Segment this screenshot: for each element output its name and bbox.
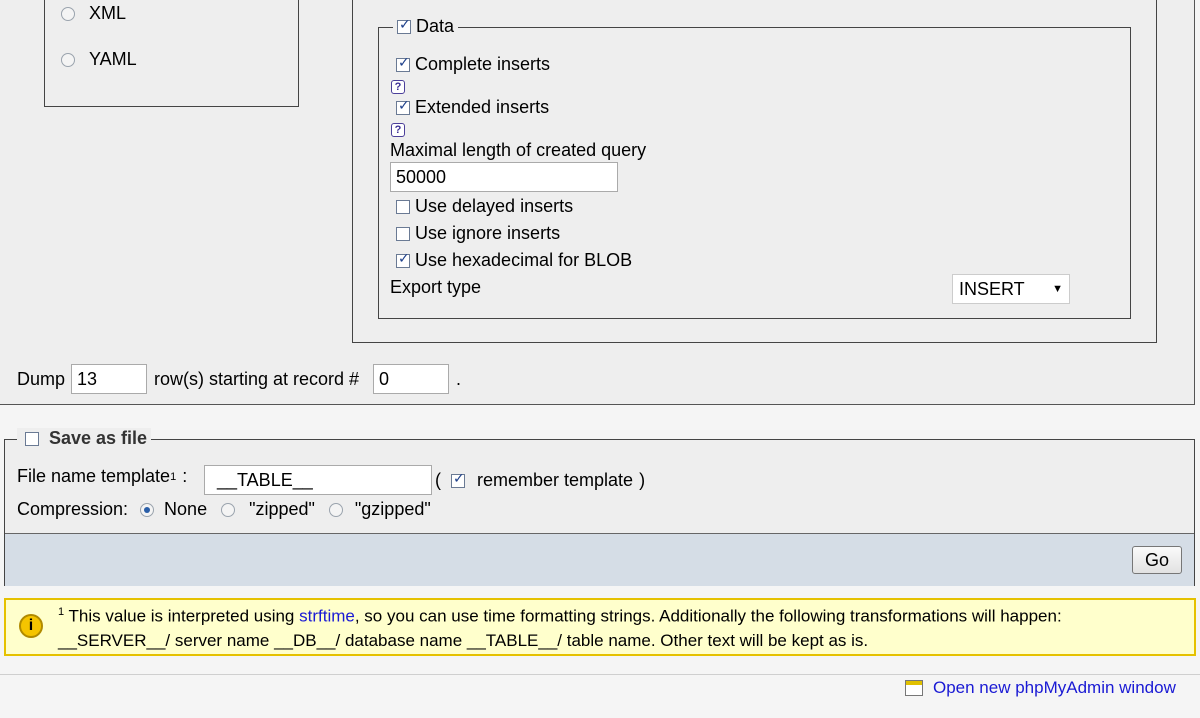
notice-line-1: 1 This value is interpreted using strfti… — [58, 606, 1062, 627]
dump-rows-input[interactable]: 13 — [71, 364, 147, 394]
hex-blob-checkbox[interactable] — [396, 251, 410, 268]
footer-divider — [0, 674, 1200, 675]
extended-inserts-help-icon[interactable]: ? — [391, 123, 405, 137]
strftime-link[interactable]: strftime — [299, 607, 355, 626]
data-legend-label: Data — [416, 16, 455, 36]
data-legend: Data — [393, 16, 459, 37]
hex-blob-label: Use hexadecimal for BLOB — [415, 250, 633, 270]
file-template-row: File name template 1 : — [17, 466, 187, 487]
compression-label-none: None — [164, 499, 208, 519]
info-icon: i — [19, 614, 43, 638]
hex-blob-option[interactable]: Use hexadecimal for BLOB — [396, 250, 632, 271]
format-option-yaml[interactable]: YAML — [61, 49, 137, 70]
data-fieldset: Data Complete inserts ? Extended inserts… — [378, 16, 1131, 319]
max-query-input[interactable]: 50000 — [390, 162, 618, 192]
new-window-icon — [905, 680, 923, 696]
remember-template-checkbox[interactable] — [451, 471, 465, 488]
delayed-inserts-option[interactable]: Use delayed inserts — [396, 196, 573, 217]
remember-open-paren: ( — [435, 470, 441, 490]
complete-inserts-checkbox[interactable] — [396, 55, 410, 72]
dump-label: Dump — [17, 369, 66, 389]
extended-inserts-checkbox[interactable] — [396, 98, 410, 115]
ignore-inserts-option[interactable]: Use ignore inserts — [396, 223, 560, 244]
export-type-value: INSERT — [959, 278, 1025, 299]
compression-label-zipped: "zipped" — [249, 499, 315, 519]
export-type-label: Export type — [390, 277, 482, 297]
dump-start-input[interactable]: 0 — [373, 364, 449, 394]
format-options-frame: Data Complete inserts ? Extended inserts… — [352, 0, 1157, 343]
ignore-inserts-label: Use ignore inserts — [415, 223, 561, 243]
delayed-inserts-label: Use delayed inserts — [415, 196, 574, 216]
file-template-input[interactable]: __TABLE__ — [204, 465, 432, 495]
notice-text-before: This value is interpreted using — [68, 606, 295, 626]
notice-line-2: __SERVER__/ server name __DB__/ database… — [58, 631, 869, 650]
file-template-label: File name template — [17, 466, 171, 486]
button-bar: Go — [5, 533, 1194, 586]
export-options-panel: XML YAML Data Complete inserts ? Extende… — [0, 0, 1195, 405]
chevron-down-icon: ▼ — [1052, 283, 1063, 295]
open-new-window-link[interactable]: Open new phpMyAdmin window — [905, 678, 1176, 698]
format-radio-yaml[interactable] — [61, 52, 75, 67]
save-file-panel: Save as file File name template 1 : __TA… — [4, 428, 1195, 586]
complete-inserts-option[interactable]: Complete inserts — [396, 54, 550, 75]
notice-footnote-mark: 1 — [58, 606, 65, 618]
remember-template-label: remember template — [477, 470, 634, 490]
compression-row: Compression: None "zipped" "gzipped" — [17, 499, 431, 520]
delayed-inserts-checkbox[interactable] — [396, 199, 410, 214]
file-template-colon: : — [182, 466, 188, 486]
compression-label: Compression: — [17, 499, 129, 519]
go-button[interactable]: Go — [1132, 546, 1182, 574]
ignore-inserts-checkbox[interactable] — [396, 226, 410, 241]
compression-radio-zipped[interactable] — [221, 502, 236, 517]
format-label-xml: XML — [89, 3, 127, 23]
footnote-notice: i 1 This value is interpreted using strf… — [4, 598, 1196, 656]
save-file-legend-label: Save as file — [49, 428, 148, 448]
complete-inserts-label: Complete inserts — [415, 54, 551, 74]
dump-end-label: . — [456, 369, 462, 389]
complete-inserts-help-icon[interactable]: ? — [391, 80, 405, 94]
extended-inserts-option[interactable]: Extended inserts — [396, 97, 549, 118]
remember-template-row[interactable]: ( remember template ) — [435, 470, 645, 491]
export-type-select[interactable]: INSERT ▼ — [952, 274, 1070, 304]
save-file-checkbox[interactable] — [25, 431, 39, 446]
extended-inserts-label: Extended inserts — [415, 97, 550, 117]
save-file-legend: Save as file — [17, 428, 152, 449]
notice-text-after: , so you can use time formatting strings… — [354, 606, 1062, 626]
format-list-box: XML YAML — [44, 0, 299, 107]
max-query-label: Maximal length of created query — [390, 140, 647, 160]
data-checkbox[interactable] — [397, 17, 411, 34]
compression-radio-gzipped[interactable] — [328, 502, 343, 517]
remember-close-paren: ) — [639, 470, 646, 490]
open-new-window-label[interactable]: Open new phpMyAdmin window — [933, 678, 1176, 698]
dump-middle-label: row(s) starting at record # — [154, 369, 360, 389]
compression-radio-none[interactable] — [140, 502, 155, 517]
format-option-xml[interactable]: XML — [61, 3, 126, 24]
format-label-yaml: YAML — [89, 49, 137, 69]
file-template-footnote: 1 — [170, 470, 177, 483]
compression-label-gzipped: "gzipped" — [354, 499, 431, 519]
format-radio-xml[interactable] — [61, 6, 75, 21]
